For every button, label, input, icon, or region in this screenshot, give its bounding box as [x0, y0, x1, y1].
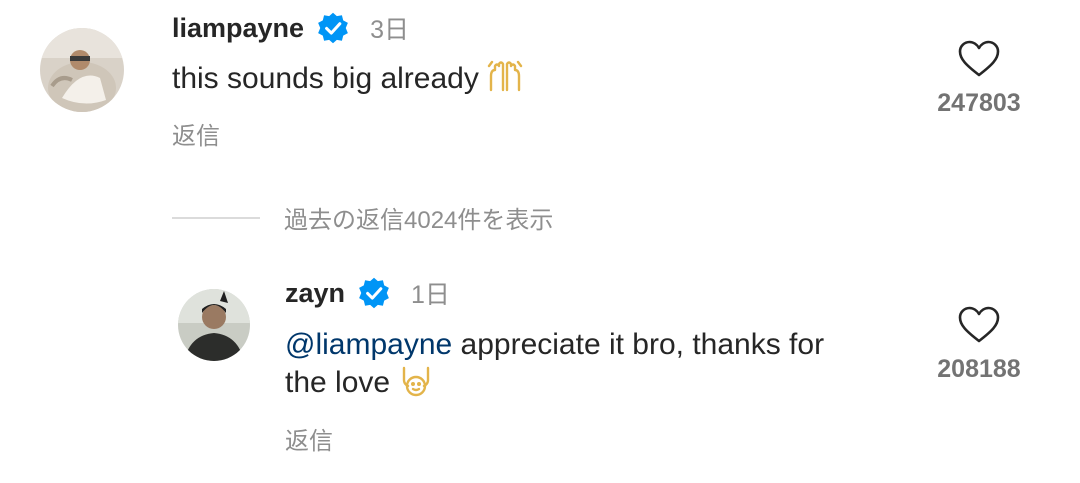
timestamp: 1日 [411, 281, 450, 309]
reply-button[interactable]: 返信 [285, 421, 333, 456]
heart-icon[interactable] [958, 40, 1000, 78]
username[interactable]: liampayne [172, 13, 304, 44]
like-column: 247803 [919, 40, 1039, 118]
comment-line-2: the love [285, 364, 824, 408]
comment-body: this sounds big already [172, 62, 479, 95]
avatar-zayn[interactable] [178, 289, 250, 361]
reply-button[interactable]: 返信 [172, 116, 220, 151]
avatar-image [40, 28, 124, 112]
comment-line-1: @liampayne appreciate it bro, thanks for [285, 326, 824, 364]
view-replies-label: 過去の返信4024件を表示 [284, 207, 554, 234]
view-replies-button[interactable]: 過去の返信4024件を表示 [172, 200, 553, 235]
comment-text: this sounds big already [172, 60, 523, 104]
username[interactable]: zayn [285, 278, 345, 309]
comment-text: @liampayne appreciate it bro, thanks for… [285, 326, 824, 408]
like-column: 208188 [919, 306, 1039, 384]
header-row: liampayne 3日 [172, 10, 409, 46]
timestamp: 3日 [370, 16, 409, 44]
divider-line [172, 216, 260, 219]
heart-icon[interactable] [958, 306, 1000, 344]
raising-hands-icon [487, 60, 523, 104]
verified-badge-icon [359, 277, 389, 309]
avatar-liampayne[interactable] [40, 28, 124, 112]
verified-badge-icon [318, 12, 348, 44]
mention-link[interactable]: @liampayne [285, 328, 452, 361]
comment-body: appreciate it bro, thanks for [452, 328, 825, 361]
like-count: 247803 [937, 89, 1021, 117]
like-count: 208188 [937, 355, 1021, 383]
raising-hands-outline-icon [398, 364, 434, 408]
header-row: zayn 1日 [285, 275, 450, 311]
comment-body-line2: the love [285, 366, 391, 399]
avatar-image [178, 289, 250, 361]
